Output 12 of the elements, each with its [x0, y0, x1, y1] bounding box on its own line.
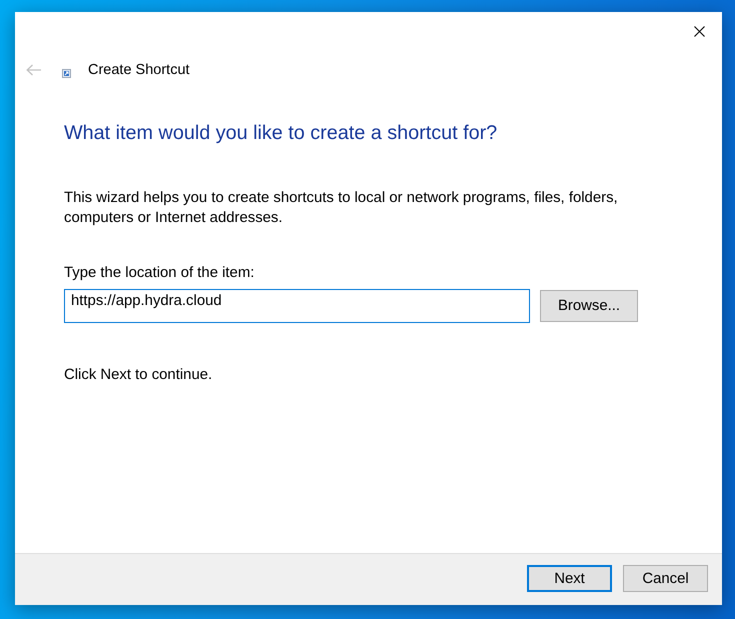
location-field[interactable]: https://app.hydra.cloud	[64, 289, 530, 323]
close-icon	[694, 26, 704, 36]
shortcut-icon	[62, 69, 71, 78]
hint-text: Click Next to continue.	[64, 366, 212, 385]
page-heading: What item would you like to create a shortcut for?	[64, 121, 498, 146]
description-text: This wizard helps you to create shortcuts to local or network programs, files, folders, computers or Internet addresses.	[64, 189, 619, 228]
cancel-button[interactable]: Cancel	[623, 565, 708, 592]
back-arrow-icon	[26, 64, 41, 76]
browse-button[interactable]: Browse...	[540, 290, 638, 322]
window-title: Create Shortcut	[88, 61, 190, 80]
next-button[interactable]: Next	[527, 565, 612, 592]
location-label: Type the location of the item:	[64, 264, 254, 283]
